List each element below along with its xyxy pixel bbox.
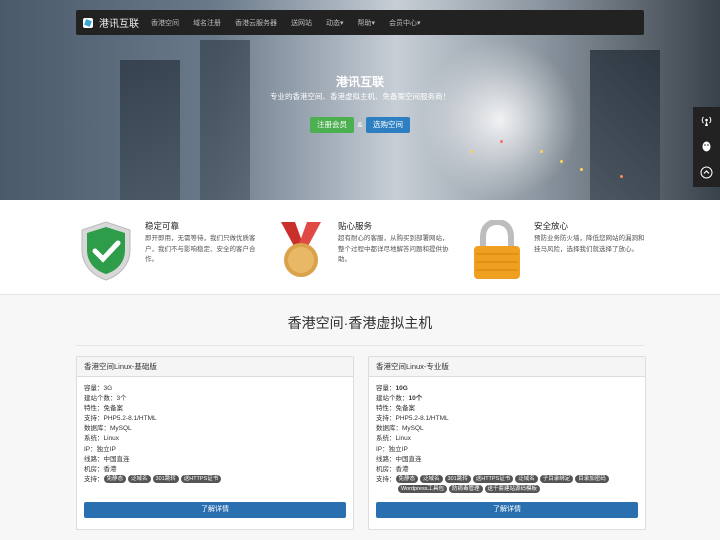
spec-row: 特性：免备案 — [376, 405, 415, 413]
spec-row: 数据库：MySQL — [376, 425, 424, 433]
spec-row: 支持：PHP5.2-8.1/HTML — [84, 415, 157, 423]
feature-desc: 超有耐心的客服，从购买到部署网站，整个过程中都详尽地解答问题和提供协助。 — [338, 235, 449, 263]
feature-tag: 泛域名 — [515, 475, 538, 484]
spec-row: 特性：免备案 — [84, 405, 123, 413]
spec-row: 机房：香港 — [84, 465, 117, 473]
server-rack-right — [590, 50, 660, 200]
nav-item-free-site[interactable]: 送网站 — [291, 18, 312, 28]
feature-tag: 送千套建站源码模板 — [484, 485, 541, 494]
feature-tag: 泛域名 — [420, 475, 443, 484]
spec-row: 线路：中国直连 — [376, 455, 422, 463]
plan-card-pro: 香港空间Linux-专业版 容量：10G 建站个数：10个 特性：免备案 支持：… — [368, 356, 646, 530]
nav-item-news-label: 动态 — [326, 19, 340, 27]
chevron-down-icon: ▾ — [417, 19, 421, 27]
feature-tag: 防病毒管理 — [449, 485, 483, 494]
feature-tag: 送HTTPS证书 — [472, 475, 514, 484]
spec-row: IP：独立IP — [84, 445, 116, 453]
nav-item-domain[interactable]: 域名注册 — [193, 18, 221, 28]
server-rack-left — [120, 60, 180, 200]
hero-ampersand: & — [357, 120, 363, 129]
spec-row: 支持：PHP5.2-8.1/HTML — [376, 415, 449, 423]
feature-tag: Wordpress工具包 — [398, 485, 447, 494]
chevron-down-icon: ▾ — [340, 19, 344, 27]
hero-subtitle: 专业的香港空间、香港虚拟主机、免备案空间服务商！ — [270, 92, 450, 101]
spec-row: 系统：Linux — [84, 435, 120, 443]
feature-title: 安全放心 — [534, 221, 569, 231]
nav-item-cloud-server[interactable]: 香港云服务器 — [235, 18, 277, 28]
learn-more-button[interactable]: 了解详情 — [376, 502, 638, 518]
light-dot — [540, 150, 543, 153]
padlock-icon — [474, 220, 520, 279]
feature-tag: 送HTTPS证书 — [180, 475, 222, 484]
floating-sidebar — [693, 107, 720, 187]
light-dot — [470, 150, 473, 153]
section-title: 香港空间·香港虚拟主机 — [287, 315, 433, 331]
chevron-down-icon: ▾ — [371, 19, 376, 27]
feature-title: 稳定可靠 — [145, 221, 180, 231]
feature-tag: 子目录绑定 — [539, 475, 574, 484]
nav-item-news-dropdown[interactable]: 动态▾ — [326, 18, 344, 28]
light-dot — [580, 168, 583, 171]
plan-card-basic: 香港空间Linux-基础版 容量：3G 建站个数：3个 特性：免备案 支持：PH… — [76, 356, 354, 530]
choose-hosting-button[interactable]: 选购空间 — [366, 117, 410, 133]
spec-row: 建站个数：3个 — [84, 395, 127, 403]
plan-specs: 容量：3G 建站个数：3个 特性：免备案 支持：PHP5.2-8.1/HTML … — [77, 377, 353, 485]
light-dot — [500, 140, 503, 143]
feature-tag: 免静态 — [395, 475, 419, 484]
brand-name: 港讯互联 — [99, 19, 139, 30]
broadcast-icon[interactable] — [700, 114, 713, 127]
feature-desc: 即开即用，无需等待，我们只做优质客户，我们不与影响稳定、安全的客户合作。 — [145, 235, 256, 263]
spec-row: 机房：香港 — [376, 465, 409, 473]
light-dot — [560, 160, 563, 163]
brand-logo-icon — [83, 17, 93, 28]
feature-tag: 泛域名 — [128, 475, 151, 484]
spec-row: 建站个数：10个 — [376, 395, 423, 403]
spec-row: 系统：Linux — [376, 435, 412, 443]
spec-row: 容量：10G — [376, 385, 408, 392]
support-tags: 支持： 免静态 泛域名 301跳转 送HTTPS证书 — [84, 475, 346, 485]
nav-item-hk-space[interactable]: 香港空间 — [151, 18, 179, 28]
feature-desc: 预防业务防火墙，降低您网站的漏洞和挂马风险，选择我们就选择了放心。 — [534, 235, 645, 253]
medal-icon — [281, 222, 321, 277]
plan-title: 香港空间Linux-基础版 — [77, 357, 353, 377]
feature-tag: 目录加密码 — [575, 475, 609, 484]
shield-check-icon — [81, 221, 131, 281]
nav-item-help-label: 帮助 — [357, 19, 372, 27]
light-glow — [420, 40, 580, 200]
spec-row: 数据库：MySQL — [84, 425, 132, 433]
feature-tag: 免静态 — [103, 475, 127, 484]
register-button[interactable]: 注册会员 — [310, 117, 354, 133]
plan-specs: 容量：10G 建站个数：10个 特性：免备案 支持：PHP5.2-8.1/HTM… — [369, 377, 645, 495]
plan-title: 香港空间Linux-专业版 — [369, 357, 645, 377]
back-to-top-icon[interactable] — [700, 166, 713, 179]
support-tags-row2: Wordpress工具包 防病毒管理 送千套建站源码模板 — [376, 485, 638, 495]
spec-row: IP：独立IP — [376, 445, 408, 453]
top-navbar: 港讯互联 香港空间 域名注册 香港云服务器 送网站 动态▾ 帮助▾ 会员中心▾ — [76, 10, 644, 35]
spec-row: 线路：中国直连 — [84, 455, 130, 463]
server-rack-mid — [200, 40, 250, 200]
hero-title: 港讯互联 — [335, 75, 384, 89]
brand-link[interactable]: 港讯互联 — [83, 15, 139, 30]
feature-tag: 301跳转 — [444, 475, 471, 484]
section-divider — [76, 345, 644, 346]
nav-item-member-label: 会员中心 — [389, 19, 418, 27]
feature-title: 贴心服务 — [338, 221, 373, 231]
nav-item-member-dropdown[interactable]: 会员中心▾ — [389, 18, 421, 28]
spec-row: 容量：3G — [84, 385, 113, 392]
light-dot — [620, 175, 623, 178]
support-tags: 支持： 免静态 泛域名 301跳转 送HTTPS证书 泛域名 子目录绑定 目录加密码 — [376, 475, 638, 485]
nav-item-help-dropdown[interactable]: 帮助▾ — [358, 18, 376, 28]
feature-tag: 301跳转 — [152, 475, 179, 484]
qq-icon[interactable] — [700, 140, 713, 153]
features-section: 稳定可靠 即开即用，无需等待，我们只做优质客户，我们不与影响稳定、安全的客户合作… — [0, 200, 720, 295]
learn-more-button[interactable]: 了解详情 — [84, 502, 346, 518]
